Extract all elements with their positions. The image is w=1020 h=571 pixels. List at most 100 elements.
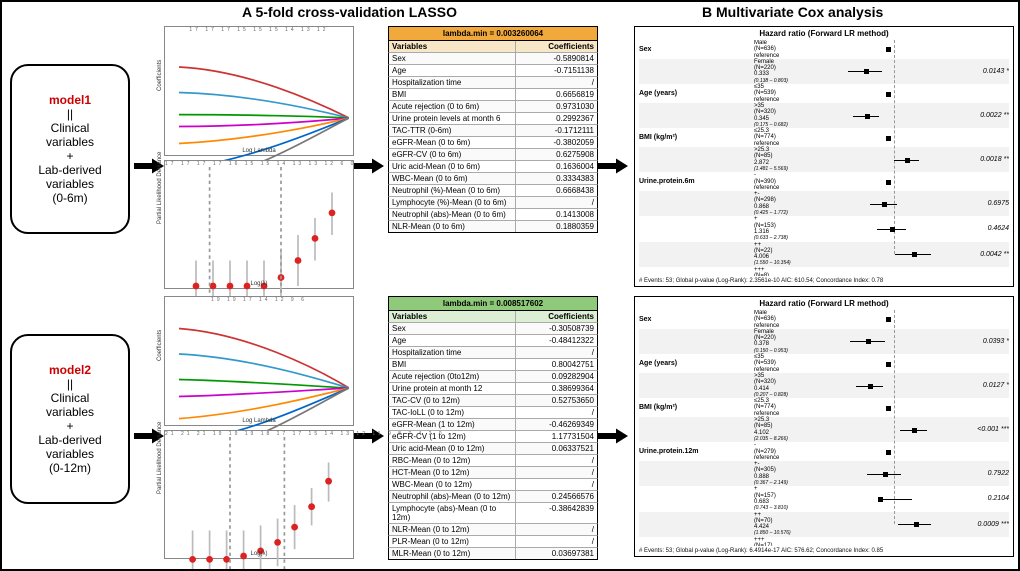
model1-coef-table: lambda.min = 0.003260064 Variables Coeff… bbox=[388, 26, 598, 289]
forest-group: >35(N=320)0.345(0.175 – 0.682) bbox=[754, 103, 842, 128]
xlab: Log Lambda bbox=[242, 418, 275, 424]
coef-row: Urine protein at month 120.38699364 bbox=[388, 383, 598, 395]
forest-row: BMI (kg/m²)≤25.3(N=774)reference bbox=[639, 398, 1009, 417]
var: WBC-Mean (0 to 6m) bbox=[389, 173, 516, 184]
forest-ci bbox=[842, 133, 957, 143]
forest-row: BMI (kg/m²)≤25.3(N=774)reference bbox=[639, 128, 1009, 147]
coef: / bbox=[516, 407, 597, 418]
plus: + bbox=[66, 419, 73, 433]
panel-b-title: B Multivariate Cox analysis bbox=[702, 4, 883, 20]
forest-title: Hazard ratio (Forward LR method) bbox=[635, 297, 1013, 310]
forest-p: 0.0393 * bbox=[957, 338, 1009, 345]
forest-group: +++(N=17)5.070(1.410 – 18.230) bbox=[754, 537, 842, 546]
coef-row: Urine protein levels at month 60.2992367 bbox=[388, 113, 598, 125]
coef-row: Hospitalization time/ bbox=[388, 77, 598, 89]
coef-row: TAC-TTR (0-6m)-0.1712111 bbox=[388, 125, 598, 137]
coef: 0.9731030 bbox=[516, 101, 597, 112]
ylab: Partial Likelihood Deviance bbox=[157, 422, 163, 494]
var: TAC-TTR (0-6m) bbox=[389, 125, 516, 136]
forest-row: +(N=157)0.683(0.743 – 3.810)0.2104 bbox=[639, 486, 1009, 511]
var: Neutrophil (abs)-Mean (0 to 12m) bbox=[389, 491, 516, 502]
coef-row: eGFR-CV (0 to 6m)0.6275908 bbox=[388, 149, 598, 161]
forest-row: Urine.protein.6m-(N=390)reference bbox=[639, 172, 1009, 191]
coef: 0.3334383 bbox=[516, 173, 597, 184]
coef: -0.3802059 bbox=[516, 137, 597, 148]
forest-ci bbox=[842, 224, 957, 234]
forest-group: >35(N=320)0.414(0.207 – 0.828) bbox=[754, 373, 842, 398]
forest-group: +++(N=8)7.926(1.761 – 35.693) bbox=[754, 267, 842, 276]
hdr-coef: Coefficients bbox=[516, 311, 597, 322]
coef: / bbox=[516, 197, 597, 208]
coef: / bbox=[516, 524, 597, 535]
coef: 0.06337521 bbox=[516, 443, 597, 454]
forest-group: Male(N=636)reference bbox=[754, 310, 842, 329]
forest-row: +++(N=17)5.070(1.410 – 18.230)0.0105 * bbox=[639, 537, 1009, 546]
forest-p: 0.0018 ** bbox=[957, 156, 1009, 163]
coef-row: NLR-Mean (0 to 6m)0.1880359 bbox=[388, 221, 598, 233]
model2-coef-path-plot: 19 19 17 14 12 9 6 Coefficients Log Lamb… bbox=[164, 296, 354, 426]
coef: 0.6668438 bbox=[516, 185, 597, 196]
var: Sex bbox=[389, 323, 516, 334]
forest-group: ≤35(N=539)reference bbox=[754, 354, 842, 373]
forest-label: BMI (kg/m²) bbox=[639, 134, 754, 141]
forest-ci bbox=[842, 494, 957, 504]
coef-row: Age-0.7151138 bbox=[388, 65, 598, 77]
coef-row: Hospitalization time/ bbox=[388, 347, 598, 359]
coef-rows: Sex-0.5890814Age-0.7151138Hospitalizatio… bbox=[388, 53, 598, 233]
forest-ci bbox=[842, 199, 957, 209]
forest-p: 0.4624 bbox=[957, 225, 1009, 232]
var: Hospitalization time bbox=[389, 347, 516, 358]
forest-ci bbox=[842, 544, 957, 546]
var: Acute rejection (0 to 6m) bbox=[389, 101, 516, 112]
coef-row: WBC-Mean (0 to 6m)0.3334383 bbox=[388, 173, 598, 185]
var: Lymphocyte (abs)-Mean (0 to 12m) bbox=[389, 503, 516, 523]
forest-ci bbox=[842, 274, 957, 276]
var: Age bbox=[389, 65, 516, 76]
arrow-icon bbox=[354, 421, 384, 453]
coef-row: MLR-Mean (0 to 12m)0.03697381 bbox=[388, 548, 598, 560]
forest-group: >25.3(N=85)2.872(1.481 – 5.569) bbox=[754, 147, 842, 172]
forest-group: ++(N=22)4.006(1.550 – 10.354) bbox=[754, 242, 842, 267]
forest-row: Age (years)≤35(N=539)reference bbox=[639, 84, 1009, 103]
hdr-var: Variables bbox=[389, 311, 516, 322]
forest-group: ≤35(N=539)reference bbox=[754, 84, 842, 103]
coef: -0.48412322 bbox=[516, 335, 597, 346]
var: Neutrophil (%)-Mean (0 to 6m) bbox=[389, 185, 516, 196]
coef-row: Lymphocyte (%)-Mean (0 to 6m)/ bbox=[388, 197, 598, 209]
arrow-icon bbox=[598, 421, 628, 453]
forest-row: +-(N=298)0.868(0.425 – 1.772)0.6975 bbox=[639, 191, 1009, 216]
coef-row: Uric acid-Mean (0 to 6m)0.1636004 bbox=[388, 161, 598, 173]
model2-badge: model2 || Clinical variables + Lab-deriv… bbox=[10, 334, 130, 504]
forest-group: Female(N=220)0.378(0.150 – 0.953) bbox=[754, 329, 842, 354]
model2-row: model2 || Clinical variables + Lab-deriv… bbox=[2, 294, 1018, 559]
coef-row: NLR-Mean (0 to 12m)/ bbox=[388, 524, 598, 536]
coef: / bbox=[516, 347, 597, 358]
forest-label: Sex bbox=[639, 46, 754, 53]
forest-p: 0.0042 ** bbox=[957, 251, 1009, 258]
coef: 0.1413008 bbox=[516, 209, 597, 220]
coef-row: Lymphocyte (abs)-Mean (0 to 12m)-0.38642… bbox=[388, 503, 598, 524]
forest-group: +-(N=305)0.888(0.367 – 2.149) bbox=[754, 461, 842, 486]
coef: / bbox=[516, 536, 597, 547]
coef-row: eGFR-Mean (1 to 12m)-0.46269349 bbox=[388, 419, 598, 431]
forest-row: ++(N=22)4.006(1.550 – 10.354) 0.0042 ** bbox=[639, 242, 1009, 267]
ylab: Coefficients bbox=[157, 330, 163, 361]
coef-row: TAC-CV (0 to 12m)0.52753650 bbox=[388, 395, 598, 407]
coef: -0.7151138 bbox=[516, 65, 597, 76]
xlab: Log(λ) bbox=[250, 281, 267, 287]
coef-row: Neutrophil (abs)-Mean (0 to 6m)0.1413008 bbox=[388, 209, 598, 221]
var: Sex bbox=[389, 53, 516, 64]
coef: 1.17731504 bbox=[516, 431, 597, 442]
var: Urine protein levels at month 6 bbox=[389, 113, 516, 124]
var: MLR-Mean (0 to 12m) bbox=[389, 548, 516, 559]
forest-ci bbox=[842, 111, 957, 121]
coef: / bbox=[516, 479, 597, 490]
var: Uric acid-Mean (0 to 6m) bbox=[389, 161, 516, 172]
var: eGFR-Mean (0 to 6m) bbox=[389, 137, 516, 148]
coef: -0.46269349 bbox=[516, 419, 597, 430]
l: variables bbox=[46, 447, 94, 461]
forest-footer: # Events: 53; Global p-value (Log-Rank):… bbox=[635, 276, 1013, 286]
coef: -0.30508739 bbox=[516, 323, 597, 334]
forest-label: Urine.protein.12m bbox=[639, 448, 754, 455]
var: TAC-IoLL (0 to 12m) bbox=[389, 407, 516, 418]
